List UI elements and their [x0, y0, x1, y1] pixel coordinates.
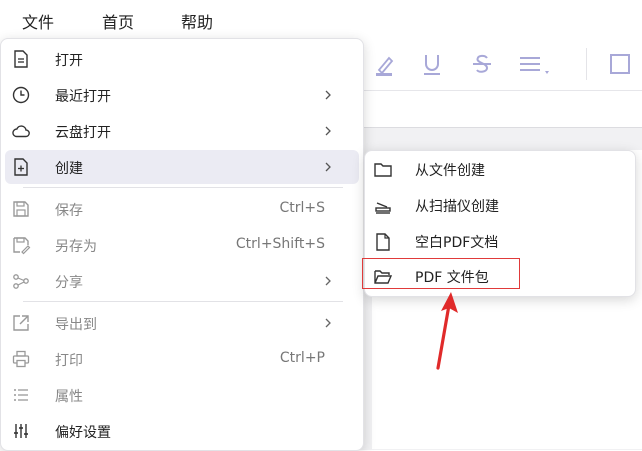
submenu-item-blank-pdf[interactable]: 空白PDF文档	[365, 224, 635, 258]
menu-separator	[23, 301, 343, 302]
cloud-icon	[12, 125, 30, 138]
menu-file[interactable]: 文件	[22, 9, 54, 33]
chevron-right-icon	[325, 276, 331, 286]
submenu-item-label: 从文件创建	[415, 163, 485, 179]
blank-page-icon	[376, 233, 390, 251]
align-menu-icon[interactable]	[516, 50, 556, 78]
menu-item-label: 保存	[55, 203, 83, 219]
highlight-box	[362, 258, 520, 289]
chevron-right-icon	[325, 162, 331, 172]
sliders-icon	[14, 424, 28, 438]
export-icon	[13, 315, 29, 331]
toolbar	[360, 38, 642, 90]
menu-item-save[interactable]: 保存 Ctrl+S	[5, 192, 359, 226]
submenu-item-from-file[interactable]: 从文件创建	[365, 152, 635, 186]
menu-item-label: 偏好设置	[55, 425, 111, 441]
scanner-icon	[375, 202, 391, 214]
menu-item-recent[interactable]: 最近打开	[5, 78, 359, 112]
file-menu: 打开 最近打开 云盘打开 创建 保存 Ctrl+S 另存为 Ctrl+Shift…	[0, 38, 364, 451]
chevron-right-icon	[325, 90, 331, 100]
shortcut-label: Ctrl+P	[279, 350, 325, 366]
square-icon[interactable]	[606, 50, 634, 78]
shortcut-label: Ctrl+S	[279, 200, 325, 216]
menu-item-save-as[interactable]: 另存为 Ctrl+Shift+S	[5, 228, 359, 262]
clock-icon	[12, 86, 30, 104]
menubar: 文件 首页 帮助	[0, 0, 642, 38]
menu-item-preferences[interactable]: 偏好设置	[5, 414, 359, 448]
menu-item-label: 分享	[55, 275, 83, 291]
submenu-item-label: 从扫描仪创建	[415, 199, 499, 215]
chevron-right-icon	[325, 126, 331, 136]
menu-item-label: 打开	[55, 53, 83, 69]
submenu-item-from-scanner[interactable]: 从扫描仪创建	[365, 188, 635, 222]
menu-item-properties[interactable]: 属性	[5, 378, 359, 412]
print-icon	[12, 350, 30, 368]
menu-separator	[23, 187, 343, 188]
menu-item-label: 打印	[55, 353, 83, 369]
folder-icon	[374, 163, 392, 177]
document-icon	[14, 50, 28, 68]
menu-item-open[interactable]: 打开	[5, 42, 359, 76]
save-icon	[13, 201, 29, 217]
strikethrough-icon[interactable]	[468, 50, 496, 78]
menu-item-label: 导出到	[55, 317, 97, 333]
menu-item-cloud-open[interactable]: 云盘打开	[5, 114, 359, 148]
menu-item-print[interactable]: 打印 Ctrl+P	[5, 342, 359, 376]
menu-home[interactable]: 首页	[102, 9, 134, 33]
menu-item-export[interactable]: 导出到	[5, 306, 359, 340]
menu-item-share[interactable]: 分享	[5, 264, 359, 298]
highlight-icon[interactable]	[370, 50, 398, 78]
new-document-icon	[14, 158, 28, 176]
submenu-item-label: 空白PDF文档	[415, 235, 499, 251]
menu-item-label: 创建	[55, 161, 83, 177]
chevron-right-icon	[325, 318, 331, 328]
menu-help[interactable]: 帮助	[181, 9, 213, 33]
menu-item-label: 最近打开	[55, 89, 111, 105]
toolbar-bottom-line	[360, 90, 642, 91]
shortcut-label: Ctrl+Shift+S	[235, 236, 325, 252]
toolbar-divider	[586, 48, 587, 80]
menu-item-create[interactable]: 创建	[5, 150, 359, 184]
menu-item-label: 属性	[55, 389, 83, 405]
menu-item-label: 另存为	[55, 239, 97, 255]
underline-icon[interactable]	[418, 50, 446, 78]
menu-item-label: 云盘打开	[55, 125, 111, 141]
share-icon	[13, 274, 29, 289]
list-icon	[14, 389, 28, 401]
save-as-icon	[13, 237, 31, 255]
